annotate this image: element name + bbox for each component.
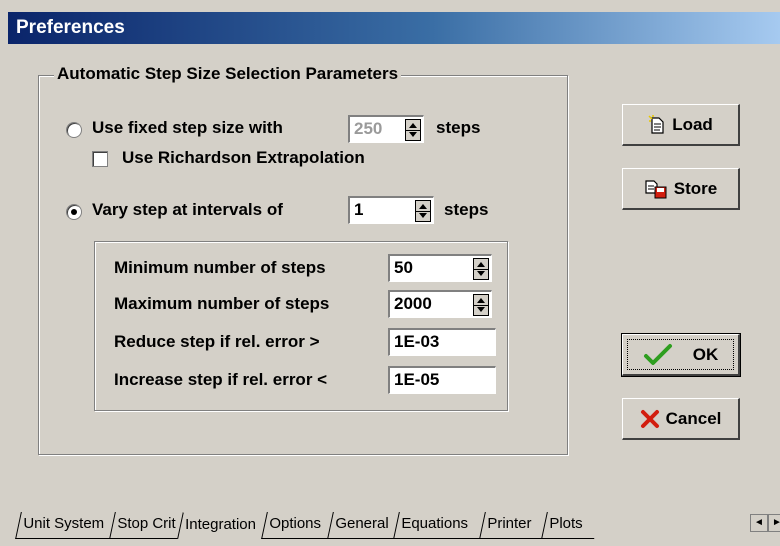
spinner-arrows[interactable] [405,119,421,141]
vary-step-radio[interactable] [66,204,82,220]
tab-scroll-buttons: ◄ ► [750,514,780,532]
spinner-arrows[interactable] [415,200,431,222]
fixed-step-value: 250 [354,119,383,138]
increase-step-input[interactable]: 1E-05 [388,366,496,394]
vary-step-value: 1 [354,200,364,219]
spinner-arrows[interactable] [473,258,489,280]
tab-unit-system[interactable]: Unit System [15,512,118,539]
max-steps-spinner[interactable]: 2000 [388,290,492,318]
ok-button[interactable]: OK [621,333,741,377]
arrow-right-icon[interactable]: ► [768,514,780,532]
preferences-window: Preferences Automatic Step Size Selectio… [0,0,780,546]
save-icon [645,179,667,198]
richardson-checkbox[interactable] [92,151,108,167]
fixed-step-label: Use fixed step size with [92,118,283,137]
vary-step-label: Vary step at intervals of [92,200,283,219]
fixed-step-spinner[interactable]: 250 [348,115,424,143]
min-steps-label: Minimum number of steps [114,258,326,277]
reduce-step-label: Reduce step if rel. error > [114,332,320,351]
dialog-content: Automatic Step Size Selection Parameters… [8,44,780,546]
tab-options[interactable]: Options [261,512,336,539]
document-open-icon [648,114,664,134]
reduce-step-value: 1E-03 [394,332,440,351]
cancel-button[interactable]: Cancel [622,398,740,440]
tab-general[interactable]: General [327,512,402,539]
min-steps-spinner[interactable]: 50 [388,254,492,282]
fixed-step-radio[interactable] [66,122,82,138]
tab-strip: Unit System Stop Crit Integration Option… [8,512,780,546]
load-button[interactable]: Load [622,104,740,146]
cancel-button-label: Cancel [665,408,722,428]
tab-integration[interactable]: Integration [177,512,270,539]
fixed-step-suffix: steps [436,118,481,137]
groupbox-title: Automatic Step Size Selection Parameters [54,64,402,84]
focus-rect [627,339,734,370]
reduce-step-input[interactable]: 1E-03 [388,328,496,356]
tab-printer[interactable]: Printer [479,512,550,539]
arrow-left-icon[interactable]: ◄ [750,514,768,532]
red-x-icon [640,409,659,428]
store-button[interactable]: Store [622,168,740,210]
spinner-arrows[interactable] [473,294,489,316]
tab-equations[interactable]: Equations [393,512,488,539]
vary-step-suffix: steps [444,200,489,219]
max-steps-value: 2000 [394,294,432,313]
load-button-label: Load [672,114,713,134]
tab-stop-crit[interactable]: Stop Crit [109,512,186,539]
store-button-label: Store [673,178,718,198]
richardson-label: Use Richardson Extrapolation [122,148,365,167]
increase-step-label: Increase step if rel. error < [114,370,328,389]
increase-step-value: 1E-05 [394,370,440,389]
max-steps-label: Maximum number of steps [114,294,330,313]
min-steps-value: 50 [394,258,413,277]
tab-plots[interactable]: Plots [541,512,600,539]
vary-step-spinner[interactable]: 1 [348,196,434,224]
window-title: Preferences [8,12,780,44]
